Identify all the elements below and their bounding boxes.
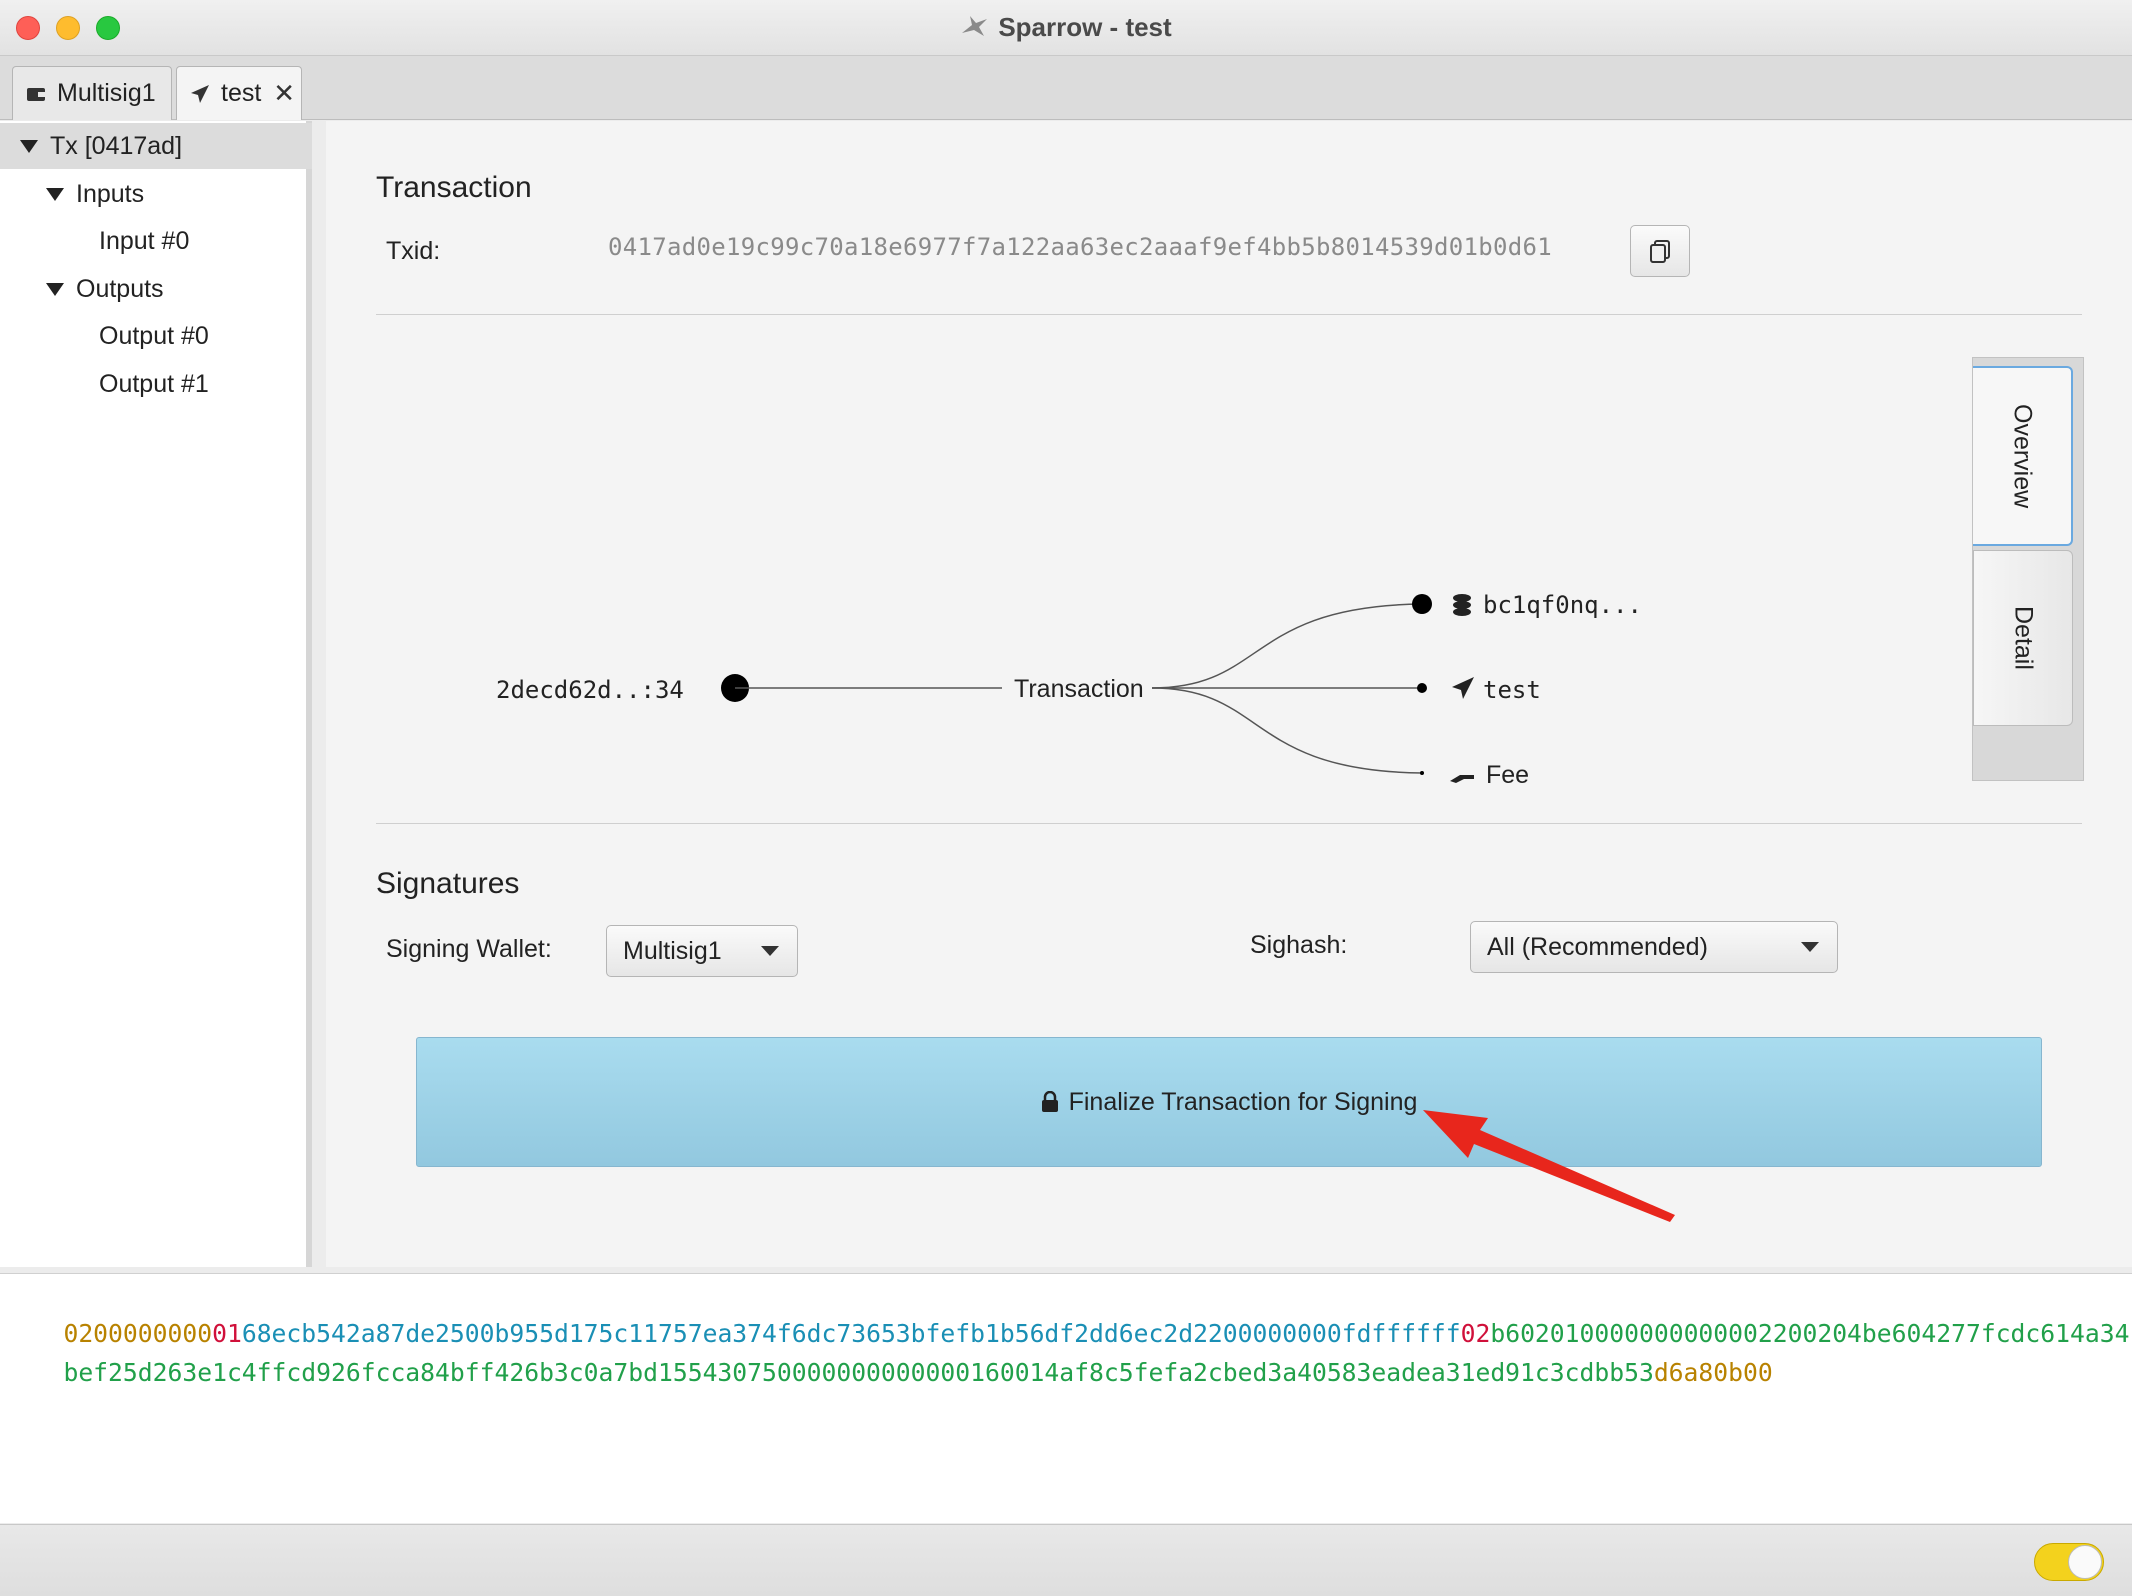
- server-toggle[interactable]: [2034, 1543, 2104, 1581]
- diagram-output-1-label[interactable]: test: [1483, 676, 1541, 704]
- send-icon: [1452, 677, 1474, 699]
- copy-icon: [1650, 240, 1670, 263]
- txid-value[interactable]: 0417ad0e19c99c70a18e6977f7a122aa63ec2aaa…: [608, 233, 1552, 261]
- sighash-value: All (Recommended): [1487, 932, 1708, 961]
- status-bar: [0, 1524, 2132, 1596]
- transaction-tree: Tx [0417ad] Inputs Input #0 Outputs Outp…: [0, 121, 312, 1267]
- hex-output: bef25d263e1c4ffcd926fcca84bff426b3c0a7bd…: [63, 1358, 1654, 1387]
- txid-label: Txid:: [386, 237, 441, 265]
- toggle-knob: [2068, 1545, 2102, 1579]
- tab-multisig1-label: Multisig1: [57, 79, 156, 107]
- transaction-diagram: 2decd62d..:34 Transaction bc1qf0nq... te…: [496, 591, 1642, 789]
- diagram-output-line-2: [1151, 687, 1423, 774]
- signing-wallet-select[interactable]: Multisig1: [606, 925, 798, 977]
- diagram-input-label[interactable]: 2decd62d..:34: [496, 676, 684, 704]
- lock-icon: [1041, 1091, 1058, 1112]
- tab-detail[interactable]: Detail: [1973, 550, 2073, 726]
- chevron-down-icon: [761, 946, 779, 956]
- title-bar: Sparrow - test: [0, 0, 2132, 56]
- tree-item-label: Inputs: [76, 179, 145, 208]
- chevron-down-icon: [1801, 942, 1819, 952]
- tree-item-inputs[interactable]: Inputs: [0, 171, 312, 217]
- tab-bar: Multisig1 test ✕: [0, 56, 2132, 120]
- tab-multisig1[interactable]: Multisig1: [12, 66, 172, 120]
- wallet-icon: [27, 87, 45, 101]
- sighash-select[interactable]: All (Recommended): [1470, 921, 1838, 973]
- tab-overview[interactable]: Overview: [1973, 366, 2073, 546]
- coins-icon: [1453, 594, 1471, 616]
- tree-item-label: Output #1: [99, 369, 209, 398]
- divider: [376, 823, 2082, 824]
- tab-test[interactable]: test ✕: [176, 66, 302, 120]
- diagram-transaction-label: Transaction: [1014, 675, 1144, 703]
- expand-triangle-icon[interactable]: [20, 139, 38, 153]
- tab-close-icon[interactable]: ✕: [273, 78, 295, 109]
- transaction-hex-area[interactable]: 02000000000168ecb542a87de2500b955d175c11…: [0, 1273, 2132, 1523]
- finalize-button-label: Finalize Transaction for Signing: [1068, 1087, 1418, 1116]
- copy-txid-button[interactable]: [1630, 225, 1690, 277]
- diagram-output-node-1[interactable]: [1417, 683, 1427, 693]
- window-title-text: Sparrow - test: [998, 12, 1172, 42]
- expand-triangle-icon[interactable]: [46, 282, 64, 296]
- diagram-output-line-0: [1151, 603, 1423, 689]
- tree-item-input-0[interactable]: Input #0: [0, 218, 312, 264]
- tree-item-outputs[interactable]: Outputs: [0, 266, 312, 312]
- tree-item-label: Outputs: [76, 274, 164, 303]
- annotation-arrow-icon: [1423, 1110, 1675, 1222]
- diagram-output-node-0[interactable]: [1412, 594, 1432, 614]
- tab-detail-label: Detail: [2009, 606, 2038, 670]
- send-icon: [191, 84, 209, 103]
- transaction-panel: Transaction Txid: 0417ad0e19c99c70a18e69…: [326, 121, 2132, 1267]
- window-title: Sparrow - test: [0, 12, 2132, 43]
- tree-item-output-1[interactable]: Output #1: [0, 361, 312, 407]
- tree-item-tx-root[interactable]: Tx [0417ad]: [0, 123, 312, 169]
- sighash-label: Sighash:: [1250, 931, 1348, 959]
- signatures-section-title: Signatures: [376, 867, 520, 900]
- diagram-output-0-label[interactable]: bc1qf0nq...: [1483, 591, 1642, 619]
- hex-locktime: d6a80b00: [1653, 1358, 1773, 1387]
- tree-item-label: Output #0: [99, 321, 209, 350]
- tab-overview-label: Overview: [2008, 403, 2037, 509]
- diagram-output-node-2[interactable]: [1420, 771, 1424, 775]
- tree-item-output-0[interactable]: Output #0: [0, 313, 312, 359]
- transaction-section-title: Transaction: [376, 171, 532, 204]
- expand-triangle-icon[interactable]: [46, 187, 64, 201]
- sparrow-logo-icon: [962, 16, 988, 36]
- diagram-fee-label[interactable]: Fee: [1486, 761, 1529, 789]
- tab-test-label: test: [221, 79, 262, 107]
- tree-item-label: Input #0: [99, 226, 190, 255]
- fee-hand-icon: [1450, 775, 1474, 783]
- signing-wallet-label: Signing Wallet:: [386, 935, 552, 963]
- finalize-transaction-button[interactable]: Finalize Transaction for Signing: [416, 1037, 2042, 1167]
- signing-wallet-value: Multisig1: [623, 936, 722, 965]
- hex-line-2: bef25d263e1c4ffcd926fcca84bff426b3c0a7bd…: [4, 1329, 1773, 1416]
- tree-item-label: Tx [0417ad]: [50, 131, 183, 160]
- view-tabs: Overview Detail: [1972, 357, 2084, 781]
